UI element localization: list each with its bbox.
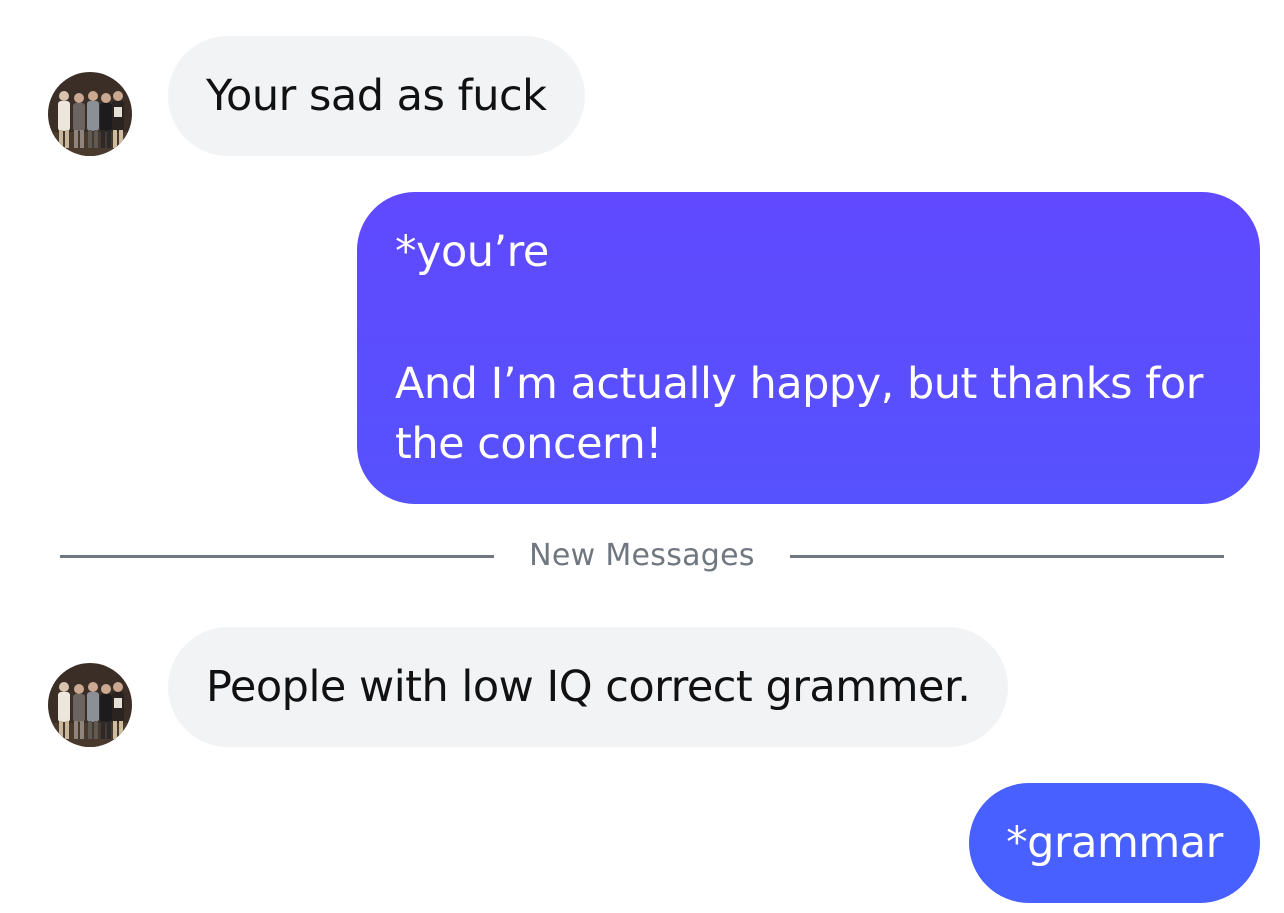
divider-line-left xyxy=(60,555,494,558)
group-photo-avatar-icon xyxy=(48,72,132,156)
message-text: *grammar xyxy=(1006,818,1223,868)
message-text-line: the concern! xyxy=(395,419,662,469)
incoming-message-bubble[interactable]: People with low IQ correct grammer. xyxy=(168,627,1009,747)
divider-line-right xyxy=(790,555,1224,558)
message-text-line: *you’re xyxy=(395,227,549,277)
message-text-line: And I’m actually happy, but thanks for xyxy=(395,359,1203,409)
new-messages-label: New Messages xyxy=(529,538,755,573)
sender-avatar[interactable] xyxy=(48,72,132,156)
message-text: Your sad as fuck xyxy=(206,71,547,121)
incoming-message-bubble[interactable]: Your sad as fuck xyxy=(168,36,585,156)
outgoing-message-bubble[interactable]: *grammar xyxy=(969,783,1260,903)
new-messages-divider: New Messages xyxy=(60,530,1224,582)
sender-avatar[interactable] xyxy=(48,663,132,747)
outgoing-message-bubble[interactable]: *you’re And I’m actually happy, but than… xyxy=(357,192,1260,504)
group-photo-avatar-icon xyxy=(48,663,132,747)
message-text: People with low IQ correct grammer. xyxy=(206,662,971,712)
